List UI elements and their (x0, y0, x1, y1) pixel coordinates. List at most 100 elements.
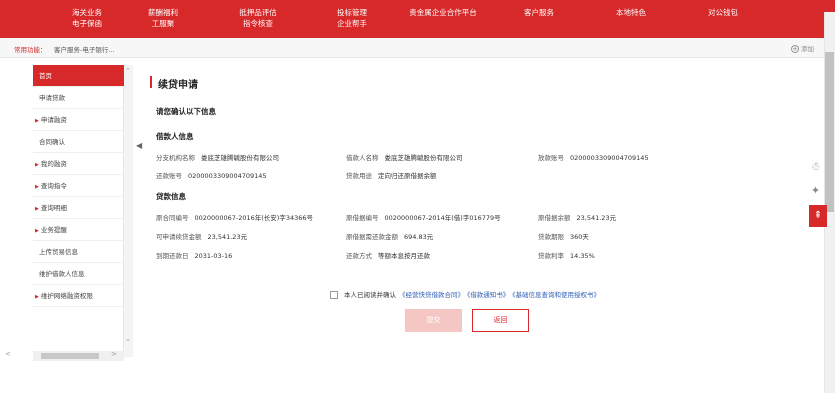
submit-button[interactable]: 提交 (405, 309, 462, 332)
field-label: 放款账号 (538, 154, 564, 162)
sidebar-item-apply-finance[interactable]: ▶ 申请融资 (33, 109, 124, 131)
sidebar-scrollbar[interactable]: ⌃ ⌄ (124, 65, 133, 357)
scroll-down-icon[interactable]: ⌄ (125, 335, 131, 343)
add-common-button[interactable]: + 添加 (791, 43, 814, 53)
field-value: 0200003309004709145 (188, 172, 267, 180)
nav-precious-metal[interactable]: 贵金属企业合作平台 (398, 7, 488, 18)
field-value: 23,541.23元 (576, 214, 617, 222)
sidebar-item-borrower-info[interactable]: 维护借款人信息 (33, 263, 124, 285)
sidebar-item-label: 我的融资 (40, 160, 67, 168)
sidebar-item-label: 查询指令 (40, 182, 67, 190)
field-value: 14.35% (570, 252, 595, 260)
nav-collateral[interactable]: 抵押品评估 指令核查 (228, 7, 288, 29)
nav-payroll-label[interactable]: 薪酬福利 (138, 7, 188, 18)
receipt-balance-field: 原借据余额 23,541.23元 (538, 212, 616, 222)
page-scrollbar[interactable] (824, 12, 835, 393)
sidebar-item-label: 查询明细 (40, 204, 67, 212)
field-value: 0020000067-2016年(长安)字34366号 (194, 214, 314, 222)
interest-rate-field: 贷款利率 14.35% (538, 250, 595, 260)
caret-right-icon: ▶ (35, 184, 39, 190)
loan-term-field: 贷款期限 360天 (538, 231, 589, 241)
field-value: 娄底芝雄腾毓股份有限公司 (384, 154, 463, 162)
sidebar-item-label: 首页 (39, 72, 52, 80)
nav-instruction-check-label[interactable]: 指令核查 (228, 18, 288, 29)
loan-contract-link[interactable]: 《经营快贷借款合同》 (399, 291, 464, 299)
field-value: 0020000067-2014年(借)字016779号 (384, 214, 501, 222)
loan-section-title: 贷款信息 (156, 192, 186, 201)
add-icon: + (791, 45, 799, 53)
agreement-checkbox[interactable] (330, 291, 338, 299)
nav-wallet[interactable]: 对公钱包 (698, 7, 748, 18)
sidebar-item-query-detail[interactable]: ▶ 查询明细 (33, 197, 124, 219)
common-functions-label: 常用功能： (14, 46, 47, 54)
agreement-row: 本人已阅读并确认 《经营快贷借款合同》 《借款通知书》 《基础信息查询和使用授权书》 (330, 289, 600, 299)
available-amount-field: 可申请续贷金额 23,541.23元 (156, 231, 247, 241)
common-function-link[interactable]: 客户服务-电子银行... (54, 44, 115, 54)
field-label: 原借据编号 (346, 214, 379, 222)
caret-right-icon: ▶ (35, 228, 39, 234)
sidebar-item-label: 业务提醒 (40, 226, 67, 234)
sidebar-item-reminder[interactable]: ▶ 业务提醒 (33, 219, 124, 241)
sidebar-menu: 首页 申请贷款 ▶ 申请融资 合同确认 ▶ 我的融资 ▶ 查询指令 ▶ 查询明细 ▶ 业务… (33, 65, 124, 357)
field-value: 等额本息按月还款 (378, 252, 430, 260)
field-value: 娄底芝雄腾毓股份有限公司 (201, 154, 279, 162)
loan-notice-link[interactable]: 《借款通知书》 (467, 291, 509, 299)
horizontal-scroll-thumb[interactable] (41, 353, 99, 359)
lightbulb-icon[interactable]: ✦ (809, 184, 822, 198)
nav-e-guarantee-label[interactable]: 电子保函 (62, 18, 112, 29)
sidebar-item-query-instruction[interactable]: ▶ 查询指令 (33, 175, 124, 197)
sidebar-horizontal-scrollbar[interactable]: < > (5, 350, 124, 361)
sidebar-item-home[interactable]: 首页 (33, 65, 124, 87)
repay-method-field: 还款方式 等额本息按月还款 (346, 250, 430, 260)
receipt-number-field: 原借据编号 0020000067-2014年(借)字016779号 (346, 212, 501, 222)
sidebar-item-network-permission[interactable]: ▶ 维护网络融资权限 (33, 285, 124, 307)
scroll-right-icon[interactable]: > (111, 350, 117, 358)
loan-purpose-field: 贷款用途 定向归还原借据余额 (346, 170, 437, 180)
add-label: 添加 (801, 45, 814, 53)
nav-payroll[interactable]: 薪酬福利 工服聚 (138, 7, 188, 29)
field-label: 借款人名称 (346, 154, 379, 162)
nav-customer-service-label[interactable]: 客户服务 (514, 7, 564, 18)
nav-local[interactable]: 本地特色 (606, 7, 656, 18)
back-to-top-icon[interactable]: ⇞ (809, 205, 827, 227)
nav-bidding-label[interactable]: 投标管理 (327, 7, 377, 18)
sidebar-item-contract-confirm[interactable]: 合同确认 (33, 131, 124, 153)
field-label: 还款方式 (346, 252, 372, 260)
field-value: 694.83元 (404, 233, 434, 241)
nav-wallet-label[interactable]: 对公钱包 (698, 7, 748, 18)
field-label: 到期还款日 (156, 252, 189, 260)
field-value: 2031-03-16 (194, 252, 233, 260)
agreement-text: 本人已阅读并确认 (344, 291, 396, 299)
nav-customer-service[interactable]: 客户服务 (514, 7, 564, 18)
sidebar-item-label: 申请融资 (40, 116, 67, 124)
field-label: 可申请续贷金额 (156, 233, 202, 241)
field-label: 分支机构名称 (156, 154, 195, 162)
nav-customs[interactable]: 海关业务 电子保函 (62, 7, 112, 29)
nav-collateral-label[interactable]: 抵押品评估 (228, 7, 288, 18)
info-authorization-link[interactable]: 《基础信息查询和使用授权书》 (512, 291, 600, 299)
sidebar-item-apply-loan[interactable]: 申请贷款 (33, 87, 124, 109)
sidebar-item-my-finance[interactable]: ▶ 我的融资 (33, 153, 124, 175)
scroll-left-icon[interactable]: < (5, 350, 11, 358)
nav-precious-metal-label[interactable]: 贵金属企业合作平台 (398, 7, 488, 18)
repay-account-field: 还款账号 0200003309004709145 (156, 170, 267, 180)
page-title: 续贷申请 (158, 80, 198, 91)
field-value: 0200003309004709145 (570, 154, 649, 162)
nav-customs-label[interactable]: 海关业务 (62, 7, 112, 18)
borrower-name-field: 借款人名称 娄底芝雄腾毓股份有限公司 (346, 152, 463, 162)
loan-account-field: 放款账号 0200003309004709145 (538, 152, 649, 162)
nav-workwear-label[interactable]: 工服聚 (138, 18, 188, 29)
caret-right-icon: ▶ (35, 162, 39, 168)
sidebar-item-label: 维护网络融资权限 (40, 292, 93, 300)
sidebar-item-upload-trade[interactable]: 上传贸易信息 (33, 241, 124, 263)
sidebar-item-label: 申请贷款 (39, 94, 65, 102)
scroll-up-icon[interactable]: ⌃ (125, 67, 131, 75)
nav-local-label[interactable]: 本地特色 (606, 7, 656, 18)
nav-helper-label[interactable]: 企业帮手 (327, 18, 377, 29)
page-scrollbar-thumb[interactable] (825, 52, 834, 212)
robot-icon[interactable]: ☃ (809, 160, 822, 174)
main-content: 续贷申请 请您确认以下信息 借款人信息 分支机构名称 娄底芝雄腾毓股份有限公司 借… (140, 65, 812, 365)
back-button[interactable]: 返回 (472, 309, 529, 332)
nav-bidding[interactable]: 投标管理 企业帮手 (327, 7, 377, 29)
borrower-section-title: 借款人信息 (156, 132, 194, 141)
